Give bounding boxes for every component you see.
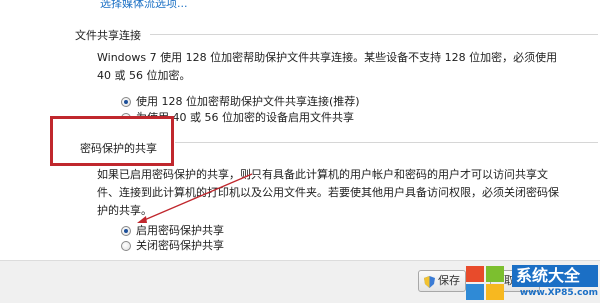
save-button-label: 保存 <box>438 274 460 287</box>
save-button[interactable]: 保存 <box>418 270 466 292</box>
watermark-brand: 系统大全 www.XP85.com <box>512 265 598 300</box>
shield-icon <box>424 275 435 288</box>
watermark-url: www.XP85.com <box>519 288 598 298</box>
footer-bar: 保存 取消 <box>0 260 600 303</box>
watermark-brand-text: 系统大全 <box>512 265 598 287</box>
windows-logo-icon <box>466 266 506 300</box>
annotation-arrow <box>137 173 253 223</box>
